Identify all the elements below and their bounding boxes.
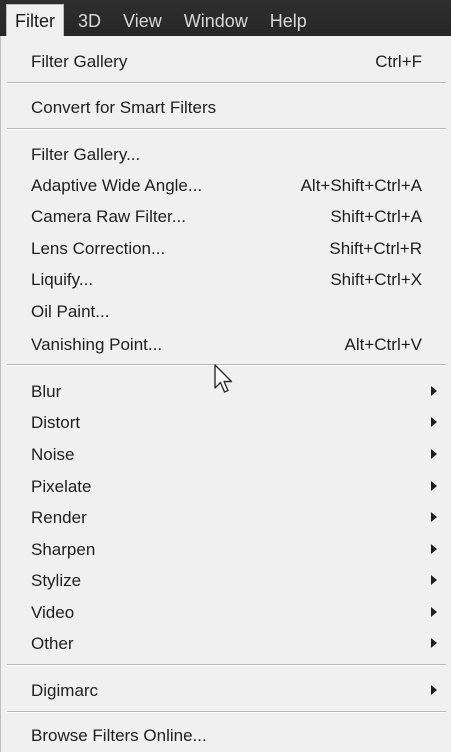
menu-window[interactable]: Window (176, 4, 256, 40)
menu-item-camera-raw-filter[interactable]: Camera Raw Filter... Shift+Ctrl+A (1, 202, 451, 232)
menu-item-shortcut: Ctrl+F (375, 52, 422, 71)
chevron-right-icon (431, 544, 437, 554)
menu-item-label: Pixelate (31, 477, 92, 496)
menu-separator (7, 128, 446, 130)
menu-item-label: Oil Paint... (31, 302, 110, 321)
photoshop-window: Filter 3D View Window Help Filter Galler… (0, 0, 451, 752)
menu-item-stylize[interactable]: Stylize (1, 566, 451, 596)
menu-item-sharpen[interactable]: Sharpen (1, 535, 451, 565)
menu-item-digimarc[interactable]: Digimarc (1, 676, 451, 706)
menu-item-filter-gallery-recent[interactable]: Filter Gallery Ctrl+F (1, 47, 451, 77)
menu-item-liquify[interactable]: Liquify... Shift+Ctrl+X (1, 265, 451, 295)
menu-item-lens-correction[interactable]: Lens Correction... Shift+Ctrl+R (1, 234, 451, 264)
menu-item-label: Adaptive Wide Angle... (31, 176, 203, 195)
menu-separator (7, 82, 446, 84)
menu-item-label: Video (31, 603, 75, 622)
menu-item-label: Camera Raw Filter... (31, 207, 186, 226)
menu-item-browse-filters-online[interactable]: Browse Filters Online... (1, 721, 451, 751)
menu-item-label: Filter Gallery... (31, 145, 141, 164)
chevron-right-icon (431, 575, 437, 585)
arrow-cursor-icon (214, 364, 233, 393)
menu-item-label: Filter Gallery (31, 52, 128, 71)
menu-item-video[interactable]: Video (1, 598, 451, 628)
chevron-right-icon (431, 512, 437, 522)
menu-item-label: Sharpen (31, 540, 96, 559)
menu-view[interactable]: View (115, 4, 170, 40)
menu-item-label: Stylize (31, 571, 82, 590)
menu-item-label: Convert for Smart Filters (31, 98, 217, 117)
menu-item-pixelate[interactable]: Pixelate (1, 472, 451, 502)
menu-separator (7, 711, 446, 713)
menu-item-noise[interactable]: Noise (1, 440, 451, 470)
menu-item-label: Digimarc (31, 681, 99, 700)
menu-item-shortcut: Shift+Ctrl+X (330, 270, 422, 289)
chevron-right-icon (431, 417, 437, 427)
menu-item-adaptive-wide-angle[interactable]: Adaptive Wide Angle... Alt+Shift+Ctrl+A (1, 171, 451, 201)
menu-item-label: Liquify... (31, 270, 94, 289)
menu-item-label: Browse Filters Online... (31, 726, 207, 745)
menu-item-shortcut: Shift+Ctrl+R (329, 239, 422, 258)
chevron-right-icon (431, 386, 437, 396)
menu-item-shortcut: Alt+Shift+Ctrl+A (300, 176, 422, 195)
menu-separator (7, 664, 446, 666)
menu-item-label: Noise (31, 445, 75, 464)
menu-item-filter-gallery[interactable]: Filter Gallery... (1, 140, 451, 170)
menu-item-label: Vanishing Point... (31, 335, 163, 354)
menu-item-vanishing-point[interactable]: Vanishing Point... Alt+Ctrl+V (1, 330, 451, 360)
menu-item-label: Distort (31, 413, 81, 432)
chevron-right-icon (431, 607, 437, 617)
chevron-right-icon (431, 481, 437, 491)
menu-help[interactable]: Help (262, 4, 315, 40)
menu-3d[interactable]: 3D (70, 4, 109, 40)
menu-item-label: Render (31, 508, 87, 527)
menu-item-label: Other (31, 634, 74, 653)
menu-item-shortcut: Alt+Ctrl+V (344, 335, 422, 354)
chevron-right-icon (431, 638, 437, 648)
chevron-right-icon (431, 449, 437, 459)
menu-item-oil-paint[interactable]: Oil Paint... (1, 297, 451, 327)
menu-item-convert-smart-filters[interactable]: Convert for Smart Filters (1, 93, 451, 123)
menu-filter[interactable]: Filter (6, 3, 64, 40)
menu-item-distort[interactable]: Distort (1, 408, 451, 438)
menu-item-label: Lens Correction... (31, 239, 166, 258)
menu-item-render[interactable]: Render (1, 503, 451, 533)
menu-item-shortcut: Shift+Ctrl+A (330, 207, 422, 226)
chevron-right-icon (431, 685, 437, 695)
menu-item-other[interactable]: Other (1, 629, 451, 659)
